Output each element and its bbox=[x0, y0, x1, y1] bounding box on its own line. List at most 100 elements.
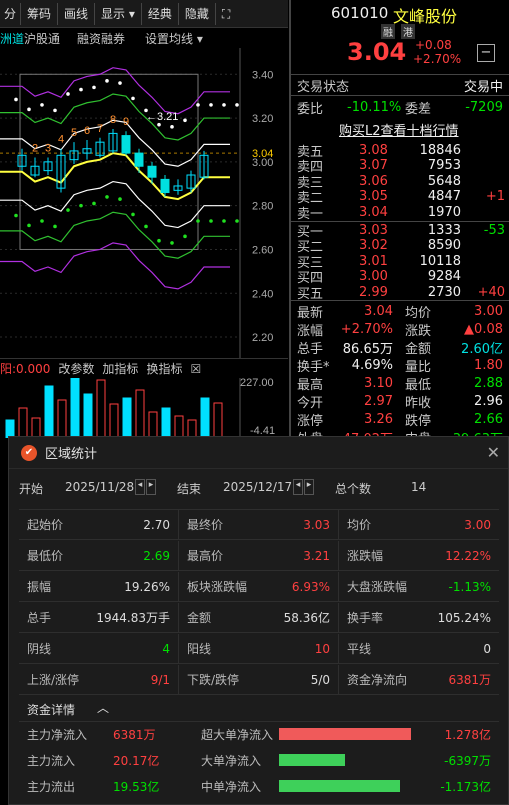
stat-cell-label: 起始价 bbox=[27, 518, 64, 532]
orderbook-price: 3.06 bbox=[359, 173, 388, 189]
stats-row: 涨幅 +2.70% 涨跌 ▲0.08 bbox=[291, 320, 509, 339]
fund-label: 主力流入 bbox=[27, 754, 76, 768]
collapse-chevron-icon[interactable]: ︿ bbox=[97, 699, 109, 716]
status-value: 交易中 bbox=[463, 79, 503, 95]
toolbar-item-display[interactable]: 显示 ▾ bbox=[95, 2, 142, 25]
stat-cell-label: 阳线 bbox=[187, 642, 212, 656]
orderbook-price: 2.99 bbox=[359, 284, 388, 300]
volume-bar bbox=[174, 415, 184, 438]
orderbook-row: 买三 3.01 10118 bbox=[291, 253, 509, 271]
stat-cell-label: 涨跌幅 bbox=[347, 549, 384, 563]
add-indicator-button[interactable]: 加指标 bbox=[102, 360, 138, 377]
change-params-button[interactable]: 改参数 bbox=[58, 360, 94, 377]
indicator-label: 阳:0.000 bbox=[0, 362, 51, 376]
stat-cell-value: 2.69 bbox=[143, 548, 170, 563]
stat-value: +2.70% bbox=[340, 321, 393, 337]
end-label: 结束 bbox=[177, 482, 202, 496]
stat-label: 今开 bbox=[297, 395, 324, 411]
toolbar-item-chips[interactable]: 筹码 bbox=[21, 2, 59, 25]
stat-label: 总手 bbox=[297, 341, 324, 357]
app-logo-icon: ✔ bbox=[21, 444, 37, 461]
price-change: +0.08 bbox=[415, 38, 452, 52]
ma-settings[interactable]: 设置均线 ▾ bbox=[140, 30, 208, 47]
orderbook-level: 买五 bbox=[297, 286, 324, 302]
l2-upgrade-link[interactable]: 购买L2查看十档行情 bbox=[339, 120, 459, 139]
stat-label: 金额 bbox=[405, 341, 432, 357]
start-prev-icon[interactable]: ◂ bbox=[135, 479, 145, 495]
volume-bar bbox=[31, 417, 41, 438]
stats-row: 换手* 4.69% 量比 1.80 bbox=[291, 356, 509, 375]
toolbar-item-minute[interactable]: 分 bbox=[0, 2, 22, 25]
toolbar-item-classic[interactable]: 经典 bbox=[142, 2, 179, 25]
stat-cell-value: 5/0 bbox=[310, 672, 330, 687]
stat-label: 跌停 bbox=[405, 413, 432, 429]
support-dot bbox=[66, 208, 70, 212]
start-label: 开始 bbox=[19, 482, 44, 496]
close-icon[interactable]: ✕ bbox=[487, 443, 500, 462]
support-dot bbox=[170, 241, 174, 245]
stat-cell: 资金净流向 6381万 bbox=[339, 665, 499, 695]
orderbook-row: 买二 3.02 8590 bbox=[291, 238, 509, 255]
stat-value: 3.00 bbox=[474, 303, 503, 319]
margin-link[interactable]: 融资融券 bbox=[72, 30, 130, 47]
price-tick: 2.80 bbox=[252, 201, 273, 213]
volume-chart: 227.00-4.41 bbox=[5, 378, 275, 438]
resistance-dot bbox=[14, 97, 18, 102]
orderbook-volume: 7953 bbox=[427, 158, 461, 173]
start-date[interactable]: 2025/11/28 bbox=[65, 480, 134, 494]
stat-label: 最高 bbox=[297, 377, 324, 393]
trend-label: 洲道 bbox=[0, 31, 25, 46]
orderbook-volume: 1333 bbox=[427, 222, 461, 238]
collapse-icon[interactable]: − bbox=[477, 44, 495, 62]
start-next-icon[interactable]: ▸ bbox=[146, 479, 156, 495]
orderbook-volume: 8590 bbox=[427, 238, 461, 253]
switch-indicator-button[interactable]: 换指标 bbox=[146, 360, 182, 377]
orderbook-volume: 9284 bbox=[427, 269, 461, 284]
chart-toolbar: 分 筹码 画线 显示 ▾ 经典 隐藏 ⛶ bbox=[0, 0, 288, 28]
volume-bar bbox=[18, 407, 28, 438]
board-link[interactable]: 沪股通 bbox=[24, 30, 72, 47]
price-tick: 3.40 bbox=[252, 69, 273, 81]
orderbook-delta: +40 bbox=[477, 284, 505, 300]
price-tick: 2.20 bbox=[252, 332, 273, 344]
orderbook-delta: -53 bbox=[483, 222, 505, 238]
end-prev-icon[interactable]: ◂ bbox=[293, 479, 303, 495]
resistance-dot bbox=[222, 103, 226, 107]
stat-cell: 换手率 105.24% bbox=[339, 603, 499, 633]
orderbook-row: 买四 3.00 9284 bbox=[291, 269, 509, 286]
stat-cell-label: 大盘涨跌幅 bbox=[347, 580, 408, 594]
stat-cell: 最高价 3.21 bbox=[179, 541, 339, 571]
close-indicator-icon[interactable]: ☒ bbox=[190, 362, 201, 376]
stats-row: 今开 2.97 昨收 2.96 bbox=[291, 392, 509, 411]
stats-grid: 起始价 2.70 最终价 3.03 均价 3.00 最低价 2.69 最高价 3.21 涨跌幅 12.… bbox=[19, 509, 499, 695]
kline-chart[interactable]: 3.403.203.002.802.602.402.203.042 345 6 78 9… bbox=[0, 48, 288, 358]
expand-icon[interactable]: ⛶ bbox=[216, 3, 236, 25]
wave-label: 8 bbox=[110, 114, 116, 126]
stat-cell-label: 资金净流向 bbox=[347, 673, 408, 687]
stats-row: 最高 3.10 最低 2.88 bbox=[291, 374, 509, 393]
stat-value: 2.97 bbox=[364, 393, 393, 409]
fund-value: -6397万 bbox=[444, 754, 491, 768]
end-next-icon[interactable]: ▸ bbox=[304, 479, 314, 495]
fund-value: 6381万 bbox=[113, 728, 156, 742]
last-price: 3.04 bbox=[347, 38, 407, 66]
stat-label: 最新 bbox=[297, 305, 324, 321]
stat-cell-value: 4 bbox=[162, 641, 170, 656]
stat-cell-label: 换手率 bbox=[347, 611, 384, 625]
trading-status-row: 交易状态 交易中 bbox=[291, 74, 509, 96]
wave-label: 7 bbox=[97, 123, 103, 135]
orderbook-price: 3.04 bbox=[359, 204, 388, 220]
wave-label: 4 bbox=[58, 134, 64, 146]
volume-bar bbox=[213, 402, 223, 438]
toolbar-item-hide[interactable]: 隐藏 bbox=[179, 2, 216, 25]
support-dot bbox=[79, 203, 83, 208]
toolbar-item-draw[interactable]: 画线 bbox=[58, 2, 96, 25]
volume-bar bbox=[200, 397, 210, 438]
stat-value: 86.65万 bbox=[342, 341, 393, 357]
stat-label: 涨跌 bbox=[405, 323, 432, 339]
end-date[interactable]: 2025/12/17 bbox=[223, 480, 292, 494]
stat-label: 最低 bbox=[405, 377, 432, 393]
stat-cell-value: 58.36亿 bbox=[283, 611, 330, 625]
wave-label: 6 bbox=[84, 125, 90, 137]
resistance-dot bbox=[131, 96, 135, 101]
